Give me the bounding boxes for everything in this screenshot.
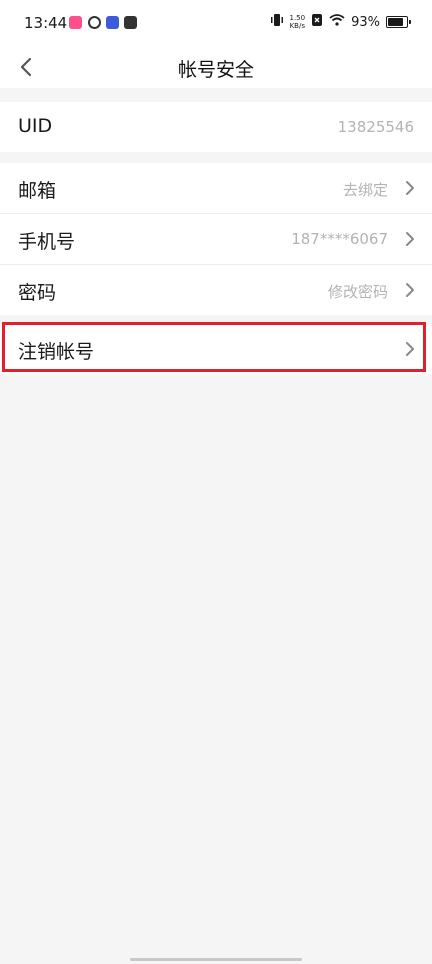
music-app-icon xyxy=(69,16,82,29)
phone-row[interactable]: 手机号 187****6067 xyxy=(0,214,432,265)
calendar-app-icon xyxy=(106,16,119,29)
battery-percent: 93% xyxy=(351,14,380,30)
status-time: 13:44 xyxy=(24,14,68,32)
uid-label: UID xyxy=(18,115,53,137)
uid-row: UID 13825546 xyxy=(0,102,432,152)
phone-label: 手机号 xyxy=(18,231,76,253)
nav-bar: 帐号安全 xyxy=(0,48,432,88)
password-row[interactable]: 密码 修改密码 xyxy=(0,265,432,315)
delete-account-label: 注销帐号 xyxy=(18,341,95,363)
chevron-right-icon xyxy=(406,283,414,297)
page-title: 帐号安全 xyxy=(177,59,254,81)
delete-account-row[interactable]: 注销帐号 xyxy=(0,324,432,374)
email-value: 去绑定 xyxy=(342,181,388,199)
net-speed-value: 1.50 xyxy=(289,14,306,22)
status-bar: 13:44 1.50 KB/s 93% xyxy=(0,0,432,48)
password-value: 修改密码 xyxy=(327,283,388,301)
account-settings-group: 邮箱 去绑定 手机号 187****6067 密码 修改密码 xyxy=(0,163,432,315)
net-speed: 1.50 KB/s xyxy=(290,14,306,30)
uid-value: 13825546 xyxy=(337,118,414,136)
battery-icon xyxy=(386,16,411,28)
status-indicators: 1.50 KB/s 93% xyxy=(270,13,411,31)
password-label: 密码 xyxy=(18,282,57,304)
phone-value: 187****6067 xyxy=(291,230,388,248)
email-row[interactable]: 邮箱 去绑定 xyxy=(0,163,432,214)
browser-app-icon xyxy=(88,16,101,29)
home-indicator[interactable] xyxy=(130,958,302,961)
net-speed-unit: KB/s xyxy=(289,22,305,30)
chevron-right-icon xyxy=(406,342,414,356)
chevron-right-icon xyxy=(406,181,414,195)
message-app-icon xyxy=(124,16,137,29)
delete-account-group: 注销帐号 xyxy=(0,324,432,374)
vibrate-icon xyxy=(270,13,284,31)
email-label: 邮箱 xyxy=(18,180,57,202)
no-sim-icon xyxy=(311,13,323,31)
chevron-right-icon xyxy=(406,232,414,246)
uid-group: UID 13825546 xyxy=(0,102,432,152)
wifi-icon xyxy=(329,14,345,30)
